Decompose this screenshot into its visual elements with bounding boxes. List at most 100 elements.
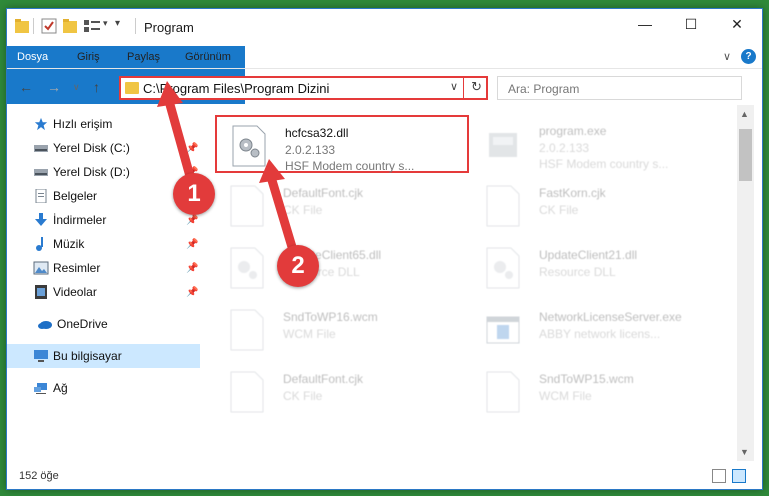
- sidebar-item-label: Müzik: [53, 237, 85, 251]
- sidebar-item-pictures[interactable]: Resimler 📌: [7, 256, 200, 280]
- close-button[interactable]: ✕: [714, 9, 760, 39]
- file-item[interactable]: SndToWP15.wcm WCM File: [471, 363, 709, 421]
- navigation-pane: Hızlı erişim Yerel Disk (C:) 📌 Yerel Dis…: [7, 109, 202, 465]
- file-type: Resource DLL: [539, 265, 616, 279]
- tab-view[interactable]: Görünüm: [185, 46, 231, 68]
- file-name: SndToWP15.wcm: [539, 372, 634, 386]
- ribbon-tabs: Dosya Giriş Paylaş Görünüm ∨ ?: [7, 46, 762, 104]
- search-placeholder[interactable]: Ara: Program: [508, 82, 579, 96]
- video-icon: [35, 285, 47, 299]
- file-item[interactable]: UpdateClient65.dll Resource DLL: [215, 239, 453, 297]
- blank-file-icon: [230, 371, 264, 413]
- sidebar-item-label: Hızlı erişim: [53, 117, 113, 131]
- computer-icon: [34, 350, 48, 362]
- address-divider: [463, 78, 464, 98]
- file-type: WCM File: [283, 327, 336, 341]
- file-name: program.exe: [539, 124, 607, 138]
- title-bar: ▾ ▾ Program — ☐ ✕: [7, 9, 762, 41]
- file-type: WCM File: [539, 389, 592, 403]
- file-item[interactable]: UpdateClient21.dll Resource DLL: [471, 239, 709, 297]
- file-item[interactable]: hcfcsa32.dll 2.0.2.133 HSF Modem country…: [215, 115, 469, 173]
- sidebar-item-this-pc[interactable]: Bu bilgisayar: [7, 344, 200, 368]
- view-switcher: [712, 469, 746, 483]
- maximize-button[interactable]: ☐: [668, 9, 714, 39]
- sidebar-item-quick-access[interactable]: Hızlı erişim: [7, 112, 200, 136]
- sidebar-item-music[interactable]: Müzik 📌: [7, 232, 200, 256]
- sidebar-item-label: Belgeler: [53, 189, 98, 203]
- download-icon: [35, 213, 47, 226]
- sidebar-item-videos[interactable]: Videolar 📌: [7, 280, 200, 304]
- details-view-icon[interactable]: [712, 469, 726, 483]
- file-name: UpdateClient21.dll: [539, 248, 638, 262]
- drive-icon: [34, 145, 48, 152]
- pictures-icon: [33, 261, 49, 275]
- dll-gear-icon: [486, 247, 520, 289]
- dll-gear-icon: [230, 247, 264, 289]
- sidebar-item-label: İndirmeler: [53, 213, 107, 227]
- forward-arrow-icon[interactable]: →: [47, 79, 61, 95]
- pin-icon[interactable]: 📌: [186, 143, 198, 154]
- search-box[interactable]: Ara: Program: [497, 76, 742, 100]
- file-name: SndToWP16.wcm: [283, 310, 378, 324]
- file-item[interactable]: DefaultFont.cjk CK File: [215, 363, 453, 421]
- file-version: 2.0.2.133: [285, 143, 336, 157]
- qa-customize-icon[interactable]: ▾: [115, 18, 120, 34]
- address-bar[interactable]: C:\Program Files\Program Dizini ∨ ↻: [119, 76, 488, 100]
- sidebar-item-network[interactable]: Ağ: [7, 376, 200, 400]
- sidebar-item-label: Bu bilgisayar: [53, 349, 122, 363]
- sidebar-item-label: Yerel Disk (D:): [53, 165, 130, 179]
- refresh-icon[interactable]: ↻: [471, 79, 482, 95]
- file-name: NetworkLicenseServer.exe: [539, 310, 682, 324]
- address-dropdown-icon[interactable]: ∨: [450, 80, 458, 93]
- star-icon: [34, 117, 48, 131]
- file-item[interactable]: DefaultFont.cjk CK File: [215, 177, 453, 235]
- ribbon-controls: ∨ ?: [723, 49, 756, 64]
- pin-icon[interactable]: 📌: [186, 263, 198, 274]
- window-title: Program: [144, 20, 194, 35]
- file-item[interactable]: NetworkLicenseServer.exe ABBY network li…: [471, 301, 709, 359]
- address-path[interactable]: C:\Program Files\Program Dizini: [143, 81, 329, 96]
- tiles-view-icon[interactable]: [732, 469, 746, 483]
- item-count: 152 öğe: [19, 470, 59, 482]
- properties-icon[interactable]: [41, 18, 57, 34]
- view-options-icon[interactable]: [83, 18, 101, 34]
- folder-icon: [125, 82, 139, 94]
- recent-locations-icon[interactable]: ∨: [73, 82, 80, 93]
- step-badge-1: 1: [173, 173, 215, 215]
- scroll-up-icon[interactable]: ▲: [740, 109, 749, 119]
- sidebar-item-label: Yerel Disk (C:): [53, 141, 130, 155]
- qa-dropdown-icon[interactable]: ▾: [103, 18, 108, 34]
- pin-icon[interactable]: 📌: [186, 287, 198, 298]
- window-icon: [486, 316, 520, 344]
- sidebar-item-disk-d[interactable]: Yerel Disk (D:) 📌: [7, 160, 200, 184]
- sidebar-item-downloads[interactable]: İndirmeler 📌: [7, 208, 200, 232]
- scroll-thumb[interactable]: [739, 129, 752, 181]
- sidebar-item-documents[interactable]: Belgeler 📌: [7, 184, 200, 208]
- pin-icon[interactable]: 📌: [186, 215, 198, 226]
- navigation-bar: ← → ∨ ↑ C:\Program Files\Program Dizini …: [7, 68, 762, 104]
- minimize-button[interactable]: —: [622, 9, 668, 39]
- sidebar-item-label: Ağ: [53, 381, 68, 395]
- back-arrow-icon[interactable]: ←: [19, 79, 33, 95]
- dll-gear-icon: [232, 125, 266, 167]
- tab-home[interactable]: Giriş: [77, 46, 100, 68]
- pin-icon[interactable]: 📌: [186, 239, 198, 250]
- sidebar-item-onedrive[interactable]: OneDrive: [7, 312, 200, 336]
- scroll-down-icon[interactable]: ▼: [740, 447, 749, 457]
- file-item[interactable]: FastKorn.cjk CK File: [471, 177, 709, 235]
- ribbon-collapse-icon[interactable]: ∨: [723, 50, 731, 63]
- sidebar-item-label: OneDrive: [57, 317, 108, 331]
- explorer-window: ▾ ▾ Program — ☐ ✕ Dosya Giriş Paylaş Gör…: [6, 8, 763, 490]
- blank-file-icon: [486, 185, 520, 227]
- tab-share[interactable]: Paylaş: [127, 46, 160, 68]
- vertical-scrollbar[interactable]: ▲ ▼: [737, 105, 754, 461]
- onedrive-icon: [38, 321, 52, 329]
- file-version: 2.0.2.133: [539, 141, 590, 155]
- up-arrow-icon[interactable]: ↑: [93, 79, 100, 95]
- help-icon[interactable]: ?: [741, 49, 756, 64]
- new-folder-icon[interactable]: [63, 18, 77, 34]
- file-item[interactable]: SndToWP16.wcm WCM File: [215, 301, 453, 359]
- file-item[interactable]: program.exe 2.0.2.133 HSF Modem country …: [471, 115, 709, 173]
- sidebar-item-disk-c[interactable]: Yerel Disk (C:) 📌: [7, 136, 200, 160]
- drive-icon: [34, 169, 48, 176]
